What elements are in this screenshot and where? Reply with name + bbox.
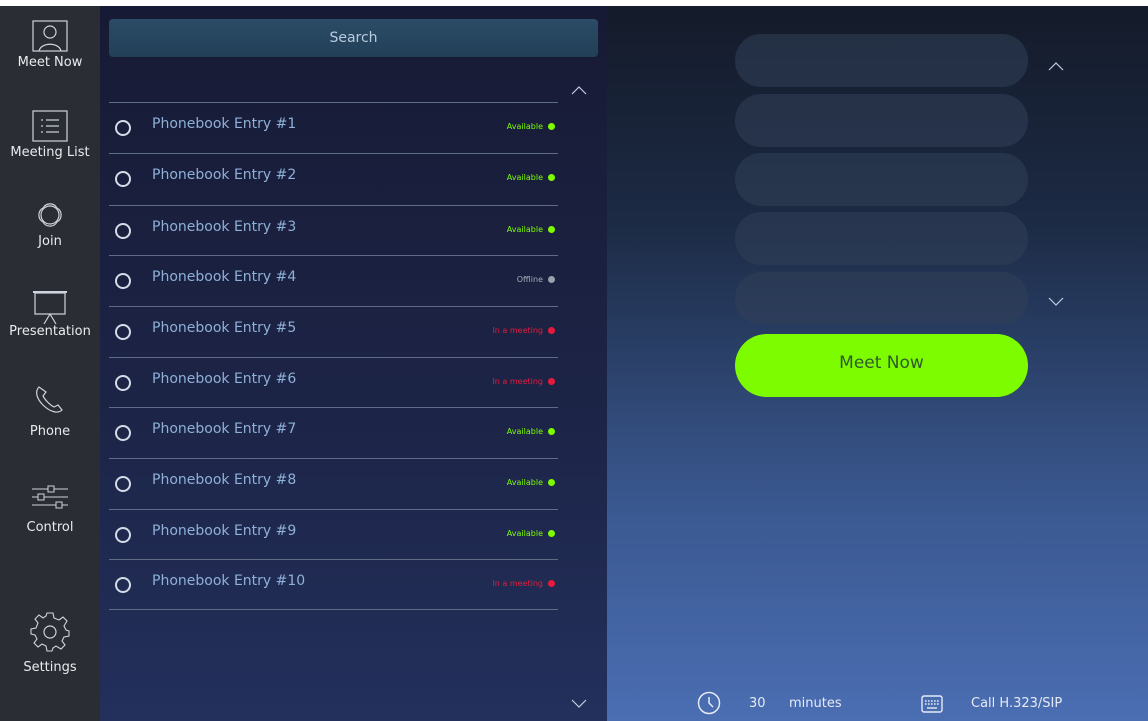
list-icon bbox=[32, 110, 68, 142]
clock-icon[interactable] bbox=[697, 691, 721, 719]
entry-name: Phonebook Entry #9 bbox=[152, 523, 297, 539]
status-badge: Available bbox=[507, 173, 555, 182]
list-item[interactable]: Phonebook Entry #10 In a meeting bbox=[109, 560, 558, 610]
join-icon bbox=[38, 203, 62, 227]
participant-slot[interactable] bbox=[735, 272, 1028, 325]
radio-button[interactable] bbox=[115, 120, 131, 136]
status-badge: In a meeting bbox=[492, 579, 555, 588]
entry-name: Phonebook Entry #1 bbox=[152, 116, 297, 132]
entry-name: Phonebook Entry #10 bbox=[152, 573, 306, 589]
list-item[interactable]: Phonebook Entry #2 Available bbox=[109, 154, 558, 204]
scroll-down-chevron-icon[interactable] bbox=[571, 694, 587, 713]
sidebar-item-label: Control bbox=[26, 520, 74, 535]
radio-button[interactable] bbox=[115, 273, 131, 289]
sidebar-item-label: Phone bbox=[29, 424, 71, 439]
radio-button[interactable] bbox=[115, 476, 131, 492]
sidebar-item-control[interactable]: Control bbox=[0, 484, 100, 574]
radio-button[interactable] bbox=[115, 527, 131, 543]
scroll-up-chevron-icon[interactable] bbox=[571, 80, 587, 99]
entry-name: Phonebook Entry #4 bbox=[152, 269, 297, 285]
radio-button[interactable] bbox=[115, 577, 131, 593]
duration-unit: minutes bbox=[789, 696, 842, 711]
entry-name: Phonebook Entry #2 bbox=[152, 167, 297, 183]
search-label: Search bbox=[329, 30, 378, 46]
presentation-icon bbox=[33, 291, 67, 325]
sidebar-item-phone[interactable]: Phone bbox=[0, 384, 100, 474]
gear-icon bbox=[30, 612, 70, 652]
radio-button[interactable] bbox=[115, 425, 131, 441]
status-dot bbox=[548, 327, 555, 334]
status-dot bbox=[548, 174, 555, 181]
status-badge: In a meeting bbox=[492, 326, 555, 335]
status-badge: Offline bbox=[517, 275, 555, 284]
search-input[interactable]: Search bbox=[109, 19, 598, 57]
entry-name: Phonebook Entry #3 bbox=[152, 219, 297, 235]
sidebar-item-label: Settings bbox=[23, 660, 77, 675]
duration-value[interactable]: 30 bbox=[749, 696, 766, 711]
sidebar-item-settings[interactable]: Settings bbox=[0, 610, 100, 700]
meet-panel: Meet Now 30 minutes Call H.323/SIP bbox=[607, 6, 1148, 721]
entry-name: Phonebook Entry #8 bbox=[152, 472, 297, 488]
status-dot bbox=[548, 479, 555, 486]
sidebar-item-meeting-list[interactable]: Meeting List bbox=[0, 110, 100, 200]
status-dot bbox=[548, 530, 555, 537]
meet-now-button[interactable]: Meet Now bbox=[735, 334, 1028, 397]
participant-slot[interactable] bbox=[735, 212, 1028, 265]
entry-name: Phonebook Entry #5 bbox=[152, 320, 297, 336]
entry-name: Phonebook Entry #7 bbox=[152, 421, 297, 437]
list-item[interactable]: Phonebook Entry #8 Available bbox=[109, 459, 558, 509]
participant-slot[interactable] bbox=[735, 153, 1028, 206]
participant-slot[interactable] bbox=[735, 34, 1028, 87]
status-badge: Available bbox=[507, 529, 555, 538]
sidebar-item-label: Presentation bbox=[9, 324, 91, 339]
list-item[interactable]: Phonebook Entry #7 Available bbox=[109, 408, 558, 458]
list-item[interactable]: Phonebook Entry #9 Available bbox=[109, 510, 558, 560]
slots-down-chevron-icon[interactable] bbox=[1048, 292, 1064, 311]
person-icon bbox=[32, 20, 68, 52]
phonebook-panel: Search Phonebook Entry #1 Available Phon… bbox=[100, 6, 607, 721]
list-item[interactable]: Phonebook Entry #6 In a meeting bbox=[109, 358, 558, 408]
status-dot bbox=[548, 226, 555, 233]
status-dot bbox=[548, 123, 555, 130]
call-h323-sip-link[interactable]: Call H.323/SIP bbox=[971, 696, 1062, 711]
sidebar: Meet Now Meeting List Join Presentation … bbox=[0, 6, 100, 721]
phone-icon bbox=[36, 386, 63, 413]
status-dot bbox=[548, 378, 555, 385]
status-dot bbox=[548, 276, 555, 283]
status-dot bbox=[548, 428, 555, 435]
sidebar-item-label: Meet Now bbox=[17, 55, 83, 70]
list-item[interactable]: Phonebook Entry #3 Available bbox=[109, 206, 558, 256]
list-item[interactable]: Phonebook Entry #4 Offline bbox=[109, 256, 558, 306]
list-item[interactable]: Phonebook Entry #5 In a meeting bbox=[109, 307, 558, 357]
sidebar-item-presentation[interactable]: Presentation bbox=[0, 290, 100, 380]
status-badge: Available bbox=[507, 478, 555, 487]
sidebar-item-meet-now[interactable]: Meet Now bbox=[0, 20, 100, 110]
footer-bar: 30 minutes Call H.323/SIP bbox=[607, 689, 1148, 721]
slots-up-chevron-icon[interactable] bbox=[1048, 56, 1064, 75]
radio-button[interactable] bbox=[115, 171, 131, 187]
radio-button[interactable] bbox=[115, 223, 131, 239]
status-badge: Available bbox=[507, 427, 555, 436]
status-badge: Available bbox=[507, 225, 555, 234]
sidebar-item-label: Join bbox=[38, 234, 62, 249]
radio-button[interactable] bbox=[115, 375, 131, 391]
keyboard-icon[interactable] bbox=[921, 695, 943, 717]
radio-button[interactable] bbox=[115, 324, 131, 340]
meet-now-label: Meet Now bbox=[839, 352, 924, 373]
status-dot bbox=[548, 580, 555, 587]
sliders-icon bbox=[32, 485, 68, 509]
status-badge: Available bbox=[507, 122, 555, 131]
sidebar-item-join[interactable]: Join bbox=[0, 194, 100, 284]
sidebar-item-label: Meeting List bbox=[10, 145, 90, 160]
participant-slot[interactable] bbox=[735, 94, 1028, 147]
list-item[interactable]: Phonebook Entry #1 Available bbox=[109, 103, 558, 153]
status-badge: In a meeting bbox=[492, 377, 555, 386]
entry-name: Phonebook Entry #6 bbox=[152, 371, 297, 387]
